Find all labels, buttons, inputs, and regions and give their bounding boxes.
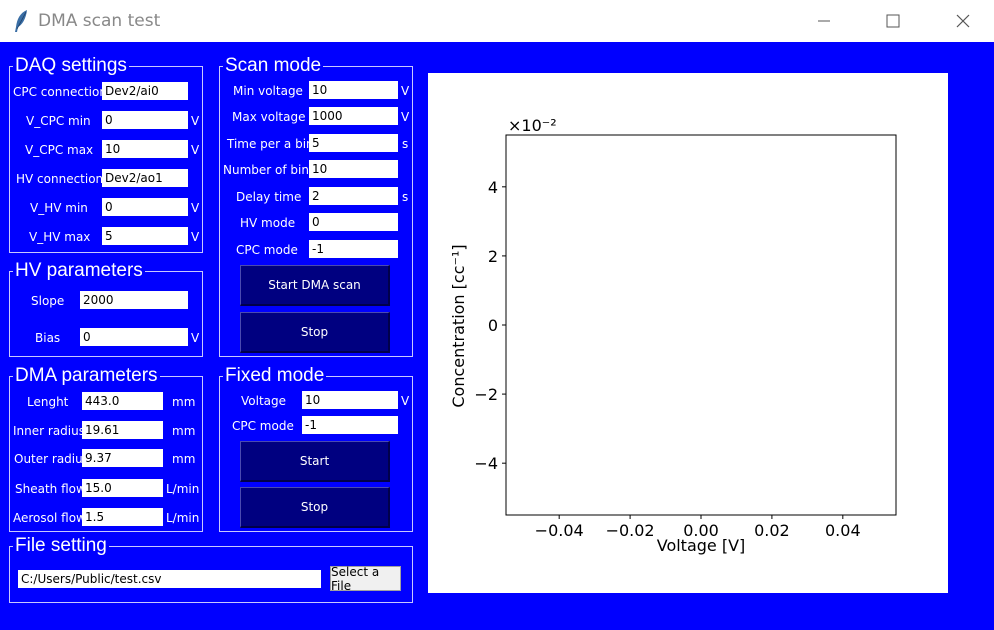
aerosol-flow-unit: L/min	[166, 511, 200, 525]
min-voltage-unit: V	[401, 84, 410, 98]
fixed-mode-title: Fixed mode	[223, 365, 327, 386]
outer-radius-input[interactable]	[82, 449, 163, 467]
outer-radius-label: Outer radius	[14, 452, 89, 466]
select-file-button[interactable]: Select a File	[330, 565, 401, 593]
v-hv-min-input[interactable]	[102, 198, 188, 216]
scan-stop-button[interactable]: Stop	[240, 312, 390, 353]
voltage-label: Voltage	[241, 394, 287, 408]
sheath-flow-unit: L/min	[166, 482, 200, 496]
slope-label: Slope	[31, 294, 65, 308]
close-button[interactable]	[940, 0, 986, 42]
length-unit: mm	[172, 395, 196, 409]
y-tick-label: 2	[488, 247, 498, 266]
y-tick-label: 0	[488, 316, 498, 335]
y-tick-label: −2	[474, 385, 498, 404]
concentration-plot: −0.04 −0.02 0.00 0.02 0.04−4−2024 ×10⁻² Volt…	[449, 116, 897, 555]
v-cpc-max-label: V_CPC max	[25, 143, 94, 157]
y-tick-label: −4	[474, 454, 498, 473]
window-title: DMA scan test	[38, 11, 161, 31]
y-axis-label: Concentration [cc⁻¹]	[449, 244, 468, 407]
maximize-button[interactable]	[870, 0, 916, 42]
time-per-bin-unit: s	[402, 137, 409, 151]
x-tick-label: −0.04	[535, 521, 584, 540]
voltage-input[interactable]	[302, 391, 398, 409]
x-axis-label: Voltage [V]	[657, 536, 746, 555]
fixed-cpc-mode-input[interactable]	[302, 416, 398, 434]
v-hv-max-unit: V	[191, 230, 200, 244]
cpc-connection-input[interactable]	[102, 82, 188, 100]
scan-cpc-mode-label: CPC mode	[236, 243, 298, 257]
bias-unit: V	[191, 331, 200, 345]
plot-area	[505, 134, 897, 516]
v-cpc-max-input[interactable]	[102, 140, 188, 158]
v-hv-max-input[interactable]	[102, 227, 188, 245]
sheath-flow-input[interactable]	[82, 479, 163, 497]
aerosol-flow-input[interactable]	[82, 508, 163, 526]
bias-input[interactable]	[80, 328, 188, 346]
sheath-flow-label: Sheath flow	[15, 482, 86, 496]
feather-icon	[15, 10, 27, 32]
close-icon	[956, 14, 970, 28]
hv-mode-label: HV mode	[240, 216, 296, 230]
y-offset-text: ×10⁻²	[508, 116, 557, 135]
time-per-bin-label: Time per a bin	[227, 137, 314, 151]
title-bar: DMA scan test	[0, 0, 994, 42]
y-tick-label: 4	[488, 178, 498, 197]
fixed-stop-button[interactable]: Stop	[240, 487, 390, 528]
inner-radius-unit: mm	[172, 424, 196, 438]
v-cpc-max-unit: V	[191, 143, 200, 157]
minimize-icon	[818, 20, 830, 22]
maximize-icon	[886, 14, 900, 28]
inner-radius-label: Inner radiusr	[13, 424, 90, 438]
length-input[interactable]	[82, 392, 163, 410]
slope-input[interactable]	[80, 291, 188, 309]
time-per-bin-input[interactable]	[309, 134, 398, 152]
file-path-input[interactable]	[18, 570, 321, 588]
max-voltage-input[interactable]	[309, 107, 398, 125]
file-setting-title: File setting	[13, 535, 109, 556]
number-of-bins-label: Number of bins	[223, 163, 316, 177]
hv-mode-input[interactable]	[309, 213, 398, 231]
number-of-bins-input[interactable]	[309, 160, 398, 178]
scan-mode-title: Scan mode	[223, 55, 324, 76]
v-hv-min-label: V_HV min	[30, 201, 88, 215]
max-voltage-unit: V	[401, 110, 410, 124]
hv-connection-label: HV connection	[16, 172, 104, 186]
outer-radius-unit: mm	[172, 452, 196, 466]
min-voltage-label: Min voltage	[233, 84, 303, 98]
hv-connection-input[interactable]	[102, 169, 188, 187]
voltage-unit: V	[401, 394, 410, 408]
hv-parameters-title: HV parameters	[13, 260, 145, 281]
v-cpc-min-input[interactable]	[102, 111, 188, 129]
delay-time-input[interactable]	[309, 187, 398, 205]
length-label: Lenght	[27, 395, 69, 409]
bias-label: Bias	[35, 331, 61, 345]
cpc-connection-label: CPC connection	[13, 85, 107, 99]
fixed-start-button[interactable]: Start	[240, 441, 390, 482]
delay-time-label: Delay time	[236, 190, 302, 204]
inner-radius-input[interactable]	[82, 421, 163, 439]
v-cpc-min-unit: V	[191, 114, 200, 128]
minimize-button[interactable]	[801, 0, 847, 42]
v-hv-max-label: V_HV max	[29, 230, 91, 244]
x-tick-label: −0.02	[606, 521, 655, 540]
x-tick-label: 0.02	[754, 521, 790, 540]
x-tick-label: 0.04	[825, 521, 861, 540]
max-voltage-label: Max voltage	[232, 110, 306, 124]
aerosol-flow-label: Aerosol flow	[13, 511, 86, 525]
min-voltage-input[interactable]	[309, 81, 398, 99]
v-cpc-min-label: V_CPC min	[26, 114, 91, 128]
delay-time-unit: s	[402, 190, 409, 204]
fixed-cpc-mode-label: CPC mode	[232, 419, 294, 433]
start-dma-scan-button[interactable]: Start DMA scan	[240, 265, 390, 306]
v-hv-min-unit: V	[191, 201, 200, 215]
daq-settings-title: DAQ settings	[13, 55, 129, 76]
scan-cpc-mode-input[interactable]	[309, 240, 398, 258]
dma-parameters-title: DMA parameters	[13, 365, 160, 386]
